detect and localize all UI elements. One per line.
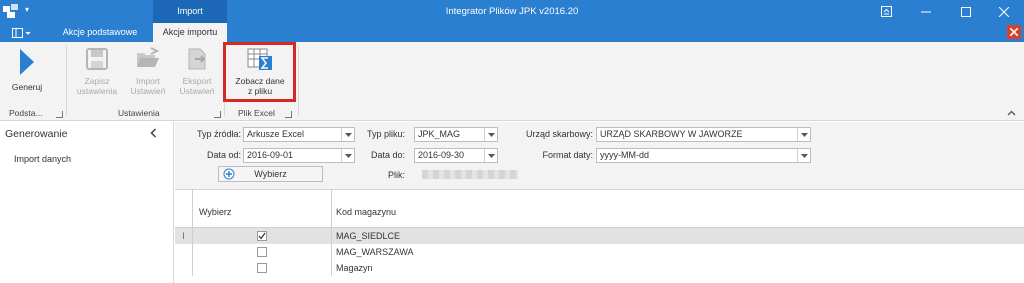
chevron-down-icon[interactable]	[341, 128, 354, 141]
nav-panel-header: Generowanie	[5, 128, 68, 140]
group-launcher-podstawowe-icon[interactable]	[56, 111, 63, 118]
tab-akcje-podstawowe[interactable]: Akcje podstawowe	[54, 23, 146, 42]
column-header-wybierz[interactable]: Wybierz	[193, 190, 332, 228]
typ-zrodla-select[interactable]: Arkusze Excel	[243, 127, 355, 142]
save-icon	[72, 47, 122, 73]
import-settings-form: Typ źródła: Arkusze Excel Typ pliku: JPK…	[175, 122, 1024, 189]
table-row[interactable]: Magazyn	[175, 260, 1024, 276]
play-icon	[4, 47, 50, 79]
import-ustawien-button[interactable]: Import Ustawień	[126, 47, 170, 96]
group-separator	[66, 46, 67, 116]
close-document-icon[interactable]	[1007, 25, 1021, 39]
folder-open-icon	[126, 47, 170, 73]
maximize-icon[interactable]	[946, 0, 986, 23]
tab-akcje-importu[interactable]: Akcje importu	[153, 23, 227, 42]
generuj-label: Generuj	[11, 82, 43, 92]
data-do-label: Data do:	[370, 150, 405, 160]
group-separator	[298, 46, 299, 116]
data-do-value: 2016-09-30	[418, 150, 465, 160]
navigation-panel: Generowanie Import danych	[0, 122, 174, 283]
urzad-skarbowy-value: URZĄD SKARBOWY W JAWORZE	[600, 129, 743, 139]
import-label-2: Ustawień	[130, 86, 166, 96]
data-od-input[interactable]: 2016-09-01	[243, 148, 355, 163]
group-label-plik-excel: Plik Excel	[238, 108, 275, 118]
export-icon	[174, 47, 220, 73]
data-od-value: 2016-09-01	[247, 150, 294, 160]
group-launcher-plik-excel-icon[interactable]	[285, 111, 292, 118]
typ-pliku-select[interactable]: JPK_MAG	[414, 127, 498, 142]
import-label-1: Import	[135, 76, 161, 86]
urzad-skarbowy-select[interactable]: URZĄD SKARBOWY W JAWORZE	[596, 127, 811, 142]
chevron-down-icon[interactable]	[484, 128, 497, 141]
format-daty-select[interactable]: yyyy-MM-dd	[596, 148, 811, 163]
quick-access-dropdown-icon[interactable]: ▾	[25, 5, 29, 14]
ribbon-display-options-icon[interactable]	[866, 0, 906, 23]
grid-header: Wybierz Kod magazynu	[175, 190, 1024, 228]
urzad-skarbowy-label: Urząd skarbowy:	[525, 129, 593, 139]
wybierz-plik-button[interactable]: Wybierz	[218, 166, 323, 182]
file-menu-button[interactable]	[7, 26, 37, 40]
typ-pliku-label: Typ pliku:	[366, 129, 405, 139]
wybierz-label: Wybierz	[254, 169, 287, 179]
highlight-annotation	[223, 42, 296, 102]
zapisz-label-1: Zapisz	[84, 76, 110, 86]
chevron-down-icon[interactable]	[797, 149, 810, 162]
kod-magazynu-cell: MAG_WARSZAWA	[336, 247, 414, 257]
zapisz-ustawienia-button[interactable]: Zapisz ustawienia	[72, 47, 122, 96]
checkbox-cell	[193, 228, 332, 244]
ribbon-tabs-row: Akcje podstawowe Akcje importu	[0, 23, 1024, 42]
generuj-button[interactable]: Generuj	[4, 47, 50, 92]
chevron-down-icon[interactable]	[484, 149, 497, 162]
collapse-ribbon-icon[interactable]	[1007, 108, 1016, 118]
magazyn-grid: Wybierz Kod magazynu I MAG_SIEDLCE MAG_W…	[175, 189, 1024, 283]
typ-zrodla-label: Typ źródła:	[196, 129, 241, 139]
context-tab-header: Import	[153, 0, 227, 23]
row-indicator-header	[175, 190, 193, 228]
table-row[interactable]: MAG_WARSZAWA	[175, 244, 1024, 260]
group-label-podstawowe: Podsta...	[9, 108, 43, 118]
checkbox-cell	[193, 260, 332, 276]
row-indicator	[175, 244, 193, 260]
data-do-input[interactable]: 2016-09-30	[414, 148, 498, 163]
chevron-down-icon[interactable]	[797, 128, 810, 141]
typ-zrodla-value: Arkusze Excel	[247, 129, 305, 139]
title-bar: ▾ Import Integrator Plików JPK v2016.20	[0, 0, 1024, 23]
format-daty-label: Format daty:	[542, 150, 593, 160]
eksport-ustawien-button[interactable]: Eksport Ustawień	[174, 47, 220, 96]
chevron-down-icon[interactable]	[341, 149, 354, 162]
eksport-label-1: Eksport	[182, 76, 212, 86]
ribbon: Generuj Podsta... Zapisz ustawienia Impo…	[0, 42, 1024, 121]
app-icon[interactable]	[3, 4, 19, 19]
eksport-label-2: Ustawień	[179, 86, 215, 96]
checkbox-cell	[193, 244, 332, 260]
group-launcher-ustawienia-icon[interactable]	[214, 111, 221, 118]
kod-magazynu-cell: MAG_SIEDLCE	[336, 231, 401, 241]
row-edit-cursor-icon: I	[175, 228, 193, 244]
kod-magazynu-cell: Magazyn	[336, 263, 373, 273]
row-checkbox[interactable]	[257, 231, 267, 241]
close-window-icon[interactable]	[984, 0, 1024, 23]
format-daty-value: yyyy-MM-dd	[600, 150, 649, 160]
zapisz-label-2: ustawienia	[76, 86, 118, 96]
chevron-left-icon[interactable]	[150, 128, 157, 140]
table-row[interactable]: I MAG_SIEDLCE	[175, 228, 1024, 244]
group-label-ustawienia: Ustawienia	[118, 108, 160, 118]
minimize-icon[interactable]	[906, 0, 946, 23]
data-od-label: Data od:	[206, 150, 241, 160]
column-header-kod-magazynu[interactable]: Kod magazynu	[332, 190, 1024, 228]
add-file-icon	[223, 168, 235, 184]
nav-item-import-danych[interactable]: Import danych	[14, 154, 71, 164]
plik-path-redacted	[422, 170, 518, 179]
typ-pliku-value: JPK_MAG	[418, 129, 461, 139]
row-checkbox[interactable]	[257, 247, 267, 257]
plik-label: Plik:	[387, 170, 405, 180]
row-indicator	[175, 260, 193, 276]
row-checkbox[interactable]	[257, 263, 267, 273]
